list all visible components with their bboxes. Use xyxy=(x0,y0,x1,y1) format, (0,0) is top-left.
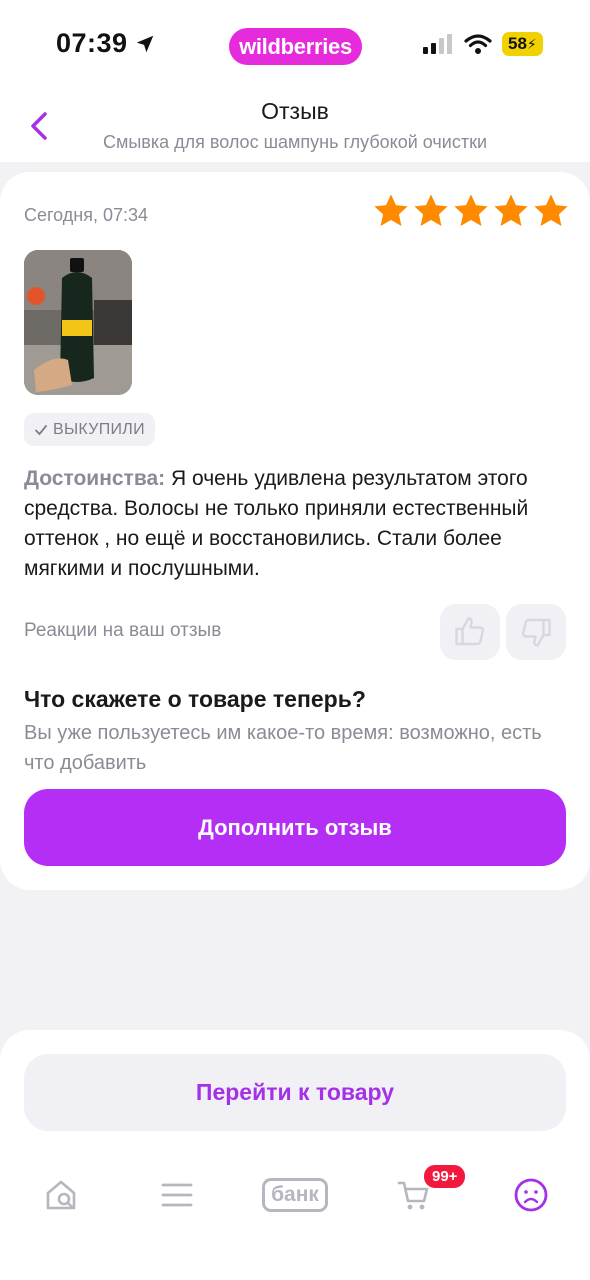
go-to-product-button[interactable]: Перейти к товару xyxy=(24,1054,566,1131)
review-photo[interactable] xyxy=(24,250,132,395)
charging-bolt-icon: ⚡ xyxy=(526,35,537,52)
location-arrow-icon xyxy=(136,35,153,52)
review-card: Сегодня, 07:34 ВЫКУПИЛИ Достоинства: Я о… xyxy=(0,172,590,890)
review-text: Достоинства: Я очень удивлена результато… xyxy=(24,464,569,584)
nav-bank[interactable]: банк xyxy=(256,1165,334,1225)
nav-home[interactable] xyxy=(38,1165,84,1225)
bank-label: банк xyxy=(271,1183,319,1206)
add-to-review-label: Дополнить отзыв xyxy=(198,814,392,840)
cellular-signal-icon xyxy=(423,34,452,54)
followup-subtitle: Вы уже пользуетесь им какое-то время: во… xyxy=(24,722,542,774)
status-bar: 07:39 wildberries 58 ⚡ xyxy=(0,0,590,92)
clock-text: 07:39 xyxy=(56,28,128,58)
thumbs-up-icon xyxy=(455,617,485,646)
star-icon xyxy=(534,194,568,227)
purchased-badge: ВЫКУПИЛИ xyxy=(24,413,155,446)
profile-icon xyxy=(514,1178,548,1212)
star-icon xyxy=(374,194,408,227)
bottom-navigation: банк 99+ xyxy=(0,1163,590,1225)
nav-cart[interactable]: 99+ xyxy=(390,1163,468,1225)
reactions-label: Реакции на ваш отзыв xyxy=(24,620,222,641)
star-icon xyxy=(454,194,488,227)
product-name: Смывка для волос шампунь глубокой очистк… xyxy=(102,132,488,152)
page-title: Отзыв xyxy=(261,98,329,124)
cart-count-badge: 99+ xyxy=(422,1163,468,1190)
battery-level: 58 xyxy=(508,34,527,53)
menu-icon xyxy=(161,1183,193,1207)
star-icon xyxy=(414,194,448,227)
brand-name: wildberries xyxy=(239,33,352,59)
purchased-label: ВЫКУПИЛИ xyxy=(53,420,145,438)
thumbs-down-icon xyxy=(521,618,551,647)
nav-profile[interactable] xyxy=(510,1165,552,1225)
brand-logo: wildberries xyxy=(229,28,362,65)
followup-title: Что скажете о товаре теперь? xyxy=(24,686,366,712)
add-to-review-button[interactable]: Дополнить отзыв xyxy=(24,789,566,866)
star-icon xyxy=(494,194,528,227)
dislike-button[interactable] xyxy=(506,604,566,660)
status-icons: 58 ⚡ xyxy=(422,32,543,56)
go-to-product-label: Перейти к товару xyxy=(195,1079,395,1105)
bottom-panel: Перейти к товару банк 99+ xyxy=(0,1030,590,1280)
page-header: Отзыв Смывка для волос шампунь глубокой … xyxy=(0,92,590,162)
wifi-icon xyxy=(464,34,492,54)
review-photo-image xyxy=(24,250,132,395)
bank-logo: банк xyxy=(262,1178,328,1212)
checkmark-icon xyxy=(35,424,47,435)
like-button[interactable] xyxy=(440,604,500,660)
status-time: 07:39 xyxy=(56,28,156,59)
battery-indicator: 58 ⚡ xyxy=(502,32,543,56)
rating-stars xyxy=(372,192,570,230)
home-search-icon xyxy=(46,1180,76,1210)
pros-label: Достоинства: xyxy=(24,467,166,490)
nav-catalog[interactable] xyxy=(156,1165,198,1225)
review-date: Сегодня, 07:34 xyxy=(24,205,149,225)
